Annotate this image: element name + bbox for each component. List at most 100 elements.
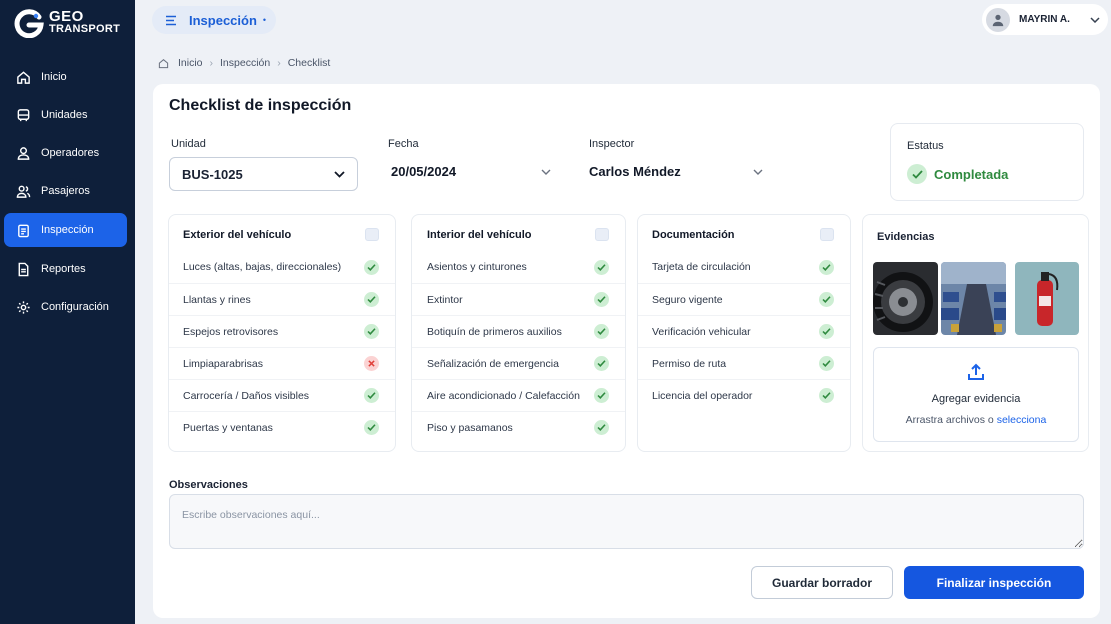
home-icon[interactable] [158, 58, 169, 69]
brand-logo[interactable]: GEO TRANSPORT [14, 8, 120, 38]
check-circle-icon [819, 356, 834, 371]
sidebar-item-inicio[interactable]: Inicio [4, 60, 127, 94]
x-circle-icon [364, 356, 379, 371]
fire-extinguisher-photo[interactable] [1015, 262, 1079, 335]
item-label: Aire acondicionado / Calefacción [427, 389, 580, 402]
item-label: Carrocería / Daños visibles [183, 389, 310, 402]
checklist-item[interactable]: Limpiaparabrisas [169, 347, 395, 379]
upload-title: Agregar evidencia [931, 393, 1021, 405]
sidebar: GEO TRANSPORT Inicio Unidades Operadores… [0, 0, 135, 624]
checklist-item[interactable]: Botiquín de primeros auxilios [412, 315, 625, 347]
checklist-title: Documentación [652, 229, 735, 241]
chevron-right-icon: › [277, 57, 281, 69]
item-label: Tarjeta de circulación [652, 261, 751, 273]
item-label: Verificación vehicular [652, 325, 751, 338]
unidad-label: Unidad [171, 138, 206, 150]
checklist-title: Interior del vehículo [427, 229, 532, 241]
sidebar-item-reportes[interactable]: Reportes [4, 252, 127, 286]
avatar [986, 7, 1010, 32]
users-icon [16, 185, 31, 198]
upload-dropzone[interactable]: Agregar evidencia Arrastra archivos o se… [873, 347, 1079, 442]
upload-hint: Arrastra archivos o selecciona [874, 414, 1078, 426]
collapse-icon[interactable] [595, 228, 609, 241]
fecha-label: Fecha [388, 138, 419, 150]
sidebar-item-configuracion[interactable]: Configuración [4, 290, 127, 324]
checklist-item[interactable]: Tarjeta de circulación [638, 251, 850, 283]
sidebar-item-label: Unidades [41, 109, 88, 121]
checklist-item[interactable]: Aire acondicionado / Calefacción [412, 379, 625, 411]
checklist-item[interactable]: Licencia del operador [638, 379, 850, 411]
checklist-item[interactable]: Carrocería / Daños visibles [169, 379, 395, 411]
breadcrumb: Inicio › Inspección › Checklist [158, 57, 330, 69]
chevron-down-icon[interactable] [1090, 16, 1100, 23]
checklist-item[interactable]: Seguro vigente [638, 283, 850, 315]
checklist-item[interactable]: Permiso de ruta [638, 347, 850, 379]
fecha-select[interactable]: 20/05/2024 [391, 164, 551, 179]
checklist-exterior: Exterior del vehículo Luces (altas, baja… [168, 214, 396, 452]
user-avatar-icon [992, 14, 1004, 26]
item-label: Botiquín de primeros auxilios [427, 325, 562, 338]
sidebar-item-label: Configuración [41, 301, 109, 313]
evidence-title: Evidencias [877, 231, 935, 243]
sidebar-item-operadores[interactable]: Operadores [4, 136, 127, 170]
bus-interior-photo[interactable] [941, 262, 1006, 335]
checklist-item[interactable]: Luces (altas, bajas, direccionales) [169, 251, 395, 283]
fecha-value: 20/05/2024 [391, 164, 457, 179]
observations-textarea[interactable] [169, 494, 1084, 549]
item-label: Señalización de emergencia [427, 357, 559, 370]
sidebar-item-label: Reportes [41, 263, 86, 275]
unidad-select[interactable]: BUS-1025 [169, 157, 358, 191]
check-circle-icon [819, 292, 834, 307]
section-menu[interactable]: Inspección • [152, 6, 276, 34]
checklist-documentacion: Documentación Tarjeta de circulación Seg… [637, 214, 851, 452]
inspector-select[interactable]: Carlos Méndez [589, 164, 763, 179]
item-label: Extintor [427, 293, 463, 306]
select-file-link[interactable]: selecciona [997, 414, 1047, 426]
checklist-item[interactable]: Llantas y rines [169, 283, 395, 315]
collapse-icon[interactable] [365, 228, 379, 241]
inspector-label: Inspector [589, 138, 635, 150]
sidebar-item-pasajeros[interactable]: Pasajeros [4, 174, 127, 208]
check-circle-icon [364, 324, 379, 339]
check-circle-icon [594, 388, 609, 403]
check-circle-icon [594, 324, 609, 339]
checklist-item[interactable]: Puertas y ventanas [169, 411, 395, 443]
sidebar-item-label: Inicio [41, 71, 67, 83]
collapse-icon[interactable] [820, 228, 834, 241]
sidebar-item-label: Inspección [41, 224, 94, 236]
user-menu[interactable]: MAYRIN A. [982, 4, 1108, 35]
chevron-right-icon: › [209, 57, 214, 69]
breadcrumb-inicio[interactable]: Inicio [178, 57, 203, 69]
sidebar-item-inspeccion[interactable]: Inspección [4, 213, 127, 247]
breadcrumb-inspeccion[interactable]: Inspección [220, 57, 270, 69]
clipboard-icon [18, 224, 29, 237]
status-label: Estatus [907, 140, 944, 152]
item-label: Permiso de ruta [652, 357, 727, 370]
status-card: Estatus Completada [890, 123, 1084, 201]
checklist-item[interactable]: Asientos y cinturones [412, 251, 625, 283]
tire-photo[interactable] [873, 262, 938, 335]
checklist-item[interactable]: Extintor [412, 283, 625, 315]
checklist-item[interactable]: Espejos retrovisores [169, 315, 395, 347]
status-value: Completada [934, 166, 1009, 182]
checklist-interior: Interior del vehículo Asientos y cinturo… [411, 214, 626, 452]
dot-icon: • [262, 15, 267, 25]
checklist-item[interactable]: Verificación vehicular [638, 315, 850, 347]
item-label: Asientos y cinturones [427, 261, 527, 273]
inspector-value: Carlos Méndez [589, 164, 681, 179]
item-label: Puertas y ventanas [183, 421, 273, 434]
menu-icon[interactable] [165, 15, 177, 26]
check-circle-icon [594, 420, 609, 435]
item-label: Seguro vigente [652, 293, 723, 306]
section-title: Inspección [189, 12, 257, 28]
checklist-item[interactable]: Piso y pasamanos [412, 411, 625, 443]
page-title: Checklist de inspección [169, 97, 352, 114]
user-icon [17, 146, 30, 160]
check-circle-icon [364, 259, 379, 275]
sidebar-item-unidades[interactable]: Unidades [4, 98, 127, 132]
checklist-title: Exterior del vehículo [183, 229, 292, 241]
finish-inspection-button[interactable]: Finalizar inspección [904, 566, 1084, 599]
item-label: Espejos retrovisores [183, 325, 279, 338]
checklist-item[interactable]: Señalización de emergencia [412, 347, 625, 379]
save-draft-button[interactable]: Guardar borrador [751, 566, 893, 599]
